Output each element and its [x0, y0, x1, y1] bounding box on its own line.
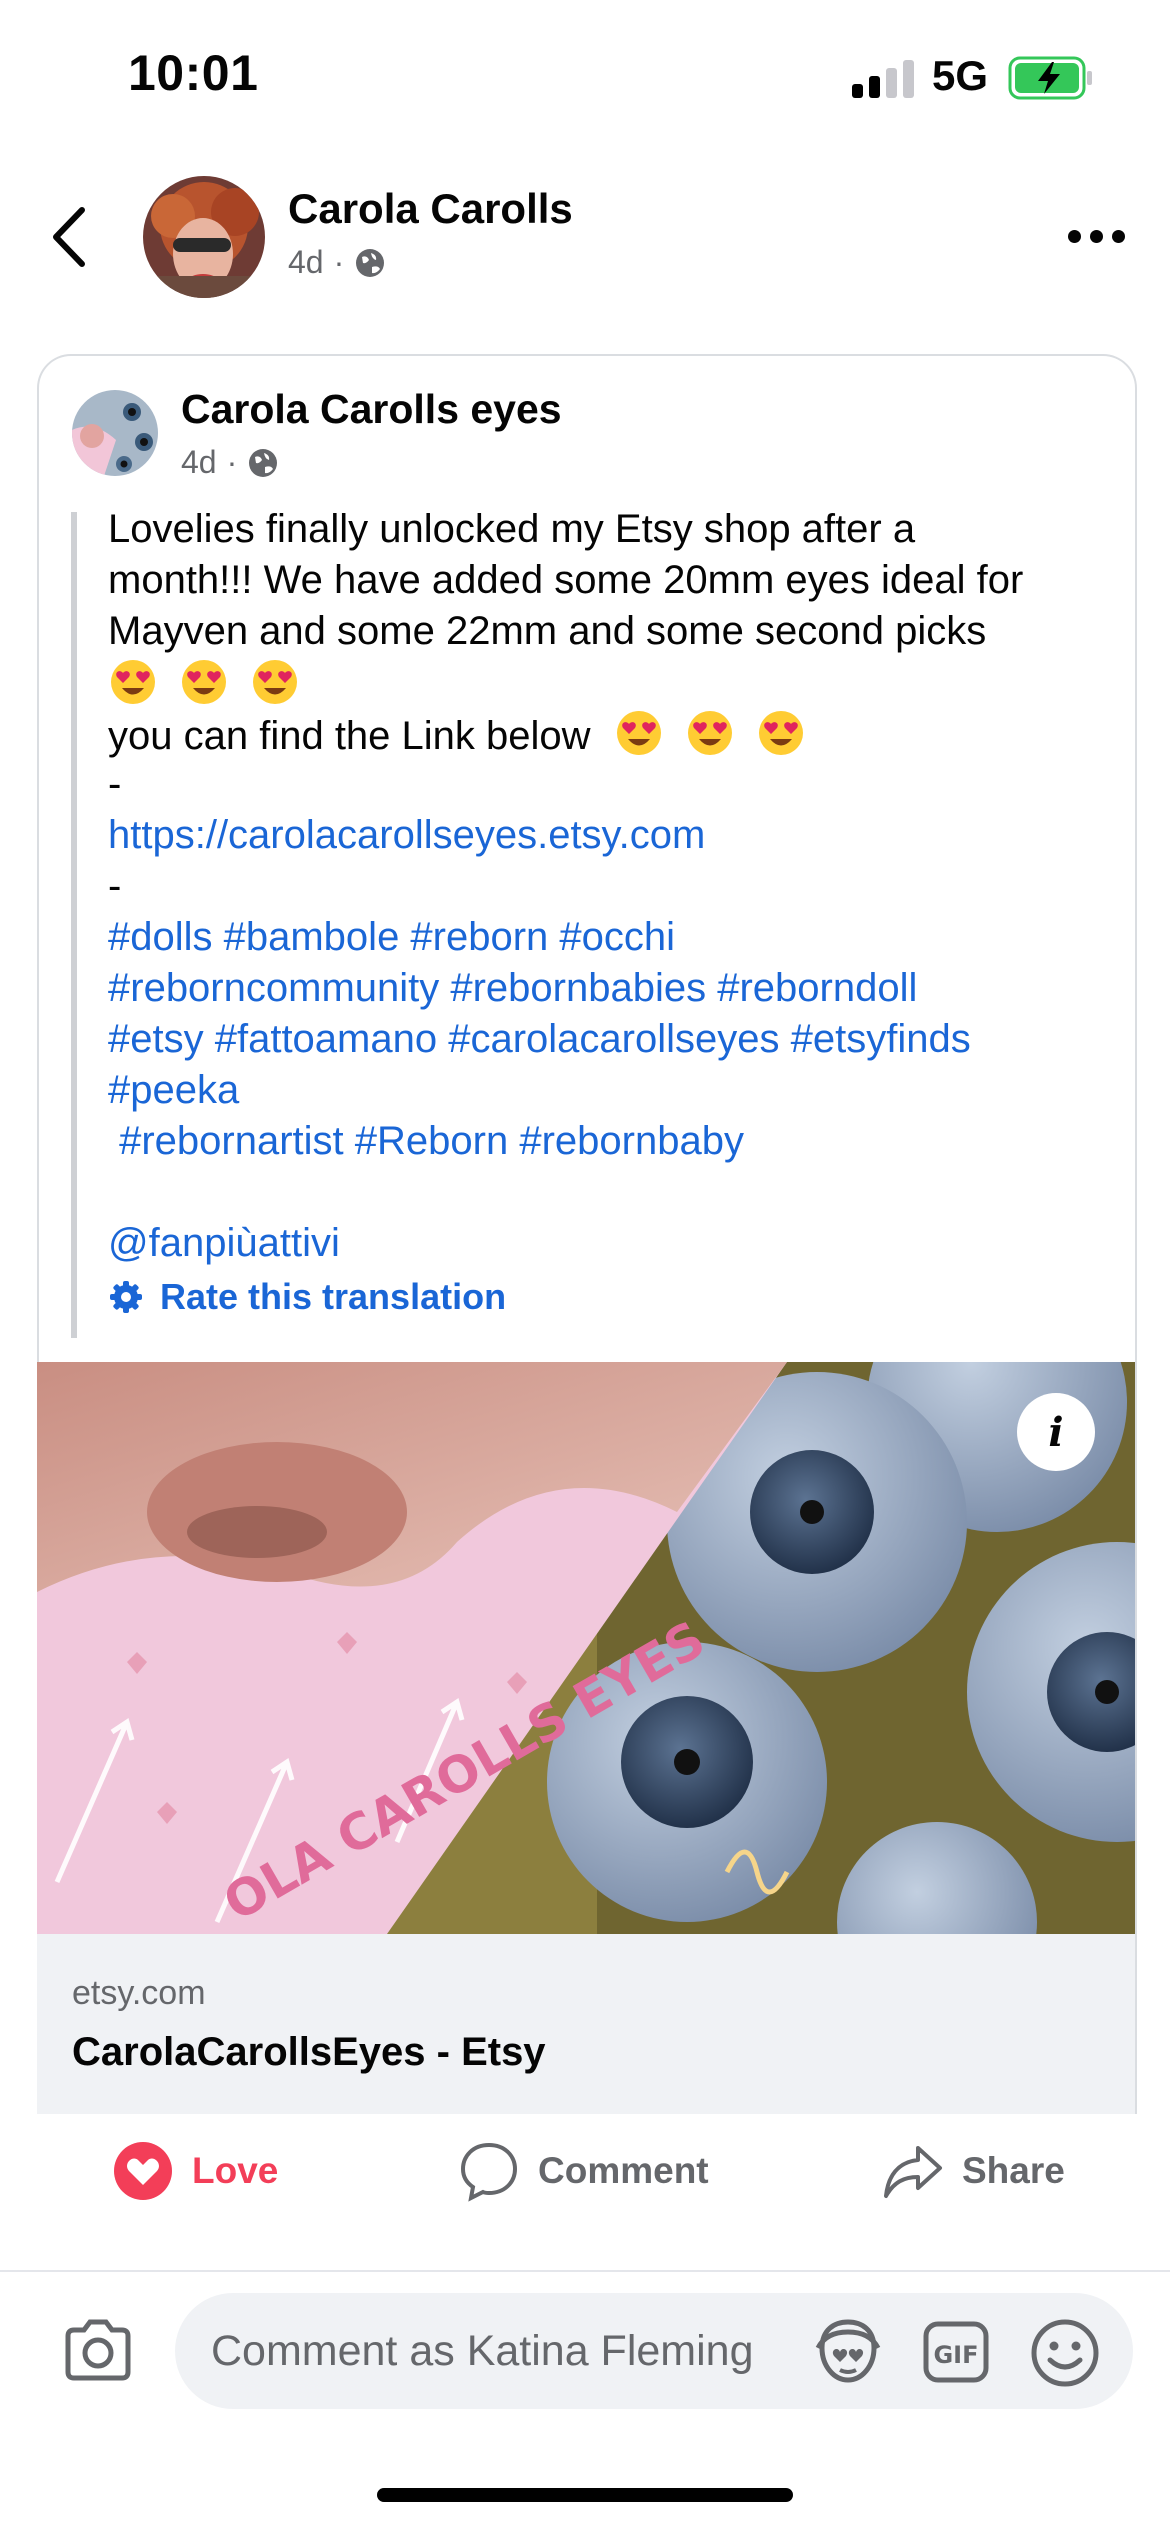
post-line: -: [108, 864, 122, 908]
gif-icon[interactable]: GIF: [922, 2320, 990, 2384]
link-domain: etsy.com: [72, 1974, 206, 2012]
status-time: 10:01: [128, 45, 259, 101]
heart-eyes-emoji-icon: [111, 660, 155, 704]
comment-button[interactable]: Comment: [458, 2140, 709, 2202]
comment-bubble-icon: [460, 2142, 518, 2202]
rate-translation-label: Rate this translation: [160, 1276, 507, 1317]
more-options-icon[interactable]: [1066, 216, 1128, 256]
cellular-signal-icon: [852, 58, 916, 98]
globe-icon: [249, 448, 278, 477]
post-text: Lovelies finally unlocked my Etsy shop a…: [108, 504, 1118, 1269]
rate-translation-button[interactable]: Rate this translation: [108, 1276, 506, 1318]
post-line: month!!! We have added some 20mm eyes id…: [108, 558, 1024, 602]
shared-time-ago: 4d: [181, 444, 217, 480]
love-label: Love: [192, 2150, 279, 2191]
globe-icon: [356, 248, 385, 277]
battery-charging-icon: [1008, 56, 1092, 100]
post-line: -: [108, 762, 122, 806]
link-title[interactable]: CarolaCarollsEyes - Etsy: [72, 2030, 546, 2075]
link-preview-image[interactable]: OLA CAROLLS EYES: [37, 1362, 1135, 1934]
shared-author-name[interactable]: Carola Carolls eyes: [181, 386, 562, 433]
hashtag-line[interactable]: #peeka: [108, 1065, 1118, 1116]
home-indicator[interactable]: [377, 2488, 793, 2502]
gear-icon: [110, 1281, 142, 1313]
post-line: you can find the Link below: [108, 714, 591, 758]
heart-eyes-emoji-icon: [253, 660, 298, 704]
share-label: Share: [962, 2150, 1065, 2191]
post-line: Mayven and some 22mm and some second pic…: [108, 609, 987, 653]
header-time-ago: 4d: [288, 244, 324, 280]
post-line-with-emoji: you can find the Link below: [108, 708, 1118, 759]
heart-eyes-emoji-icon: [616, 711, 661, 755]
comment-label: Comment: [538, 2150, 709, 2191]
meta-dot: ·: [333, 244, 345, 280]
mention-link[interactable]: @fanpiùattivi: [108, 1218, 1118, 1269]
heart-eyes-emoji-icon: [758, 711, 803, 755]
shared-author-avatar[interactable]: [72, 390, 158, 476]
etsy-shop-link[interactable]: https://carolacarollseyes.etsy.com: [108, 810, 1118, 861]
camera-icon[interactable]: [62, 2318, 134, 2382]
emoji-line: [108, 657, 1118, 708]
network-type: 5G: [932, 52, 989, 99]
heart-eyes-emoji-icon: [182, 660, 227, 704]
love-button[interactable]: Love: [112, 2140, 278, 2202]
love-reaction-icon: [114, 2142, 172, 2200]
hashtag-line[interactable]: #rebornartist #Reborn #rebornbaby: [108, 1116, 1118, 1167]
shared-post-meta: 4d ·: [181, 444, 279, 481]
header-meta: 4d ·: [288, 244, 386, 281]
meta-dot: ·: [226, 444, 238, 480]
share-arrow-icon: [884, 2146, 942, 2198]
share-button[interactable]: Share: [882, 2140, 1065, 2202]
avatar-sticker-icon[interactable]: [812, 2318, 884, 2384]
header-author-name[interactable]: Carola Carolls: [288, 185, 573, 233]
quote-bar: [71, 512, 77, 1338]
link-caption-box[interactable]: [37, 1934, 1135, 2114]
emoji-smile-icon[interactable]: [1030, 2318, 1100, 2388]
hashtag-line[interactable]: #etsy #fattoamano #carolacarollseyes #et…: [108, 1014, 1118, 1065]
back-chevron-icon[interactable]: [46, 202, 94, 272]
author-avatar[interactable]: [143, 176, 265, 298]
hashtag-line[interactable]: #dolls #bambole #reborn #occhi: [108, 912, 1118, 963]
hashtag-line[interactable]: #reborncommunity #rebornbabies #reborndo…: [108, 963, 1118, 1014]
post-line: Lovelies finally unlocked my Etsy shop a…: [108, 507, 916, 551]
svg-text:GIF: GIF: [933, 2341, 978, 2369]
heart-eyes-emoji-icon: [687, 711, 732, 755]
info-icon[interactable]: i: [1017, 1393, 1095, 1471]
